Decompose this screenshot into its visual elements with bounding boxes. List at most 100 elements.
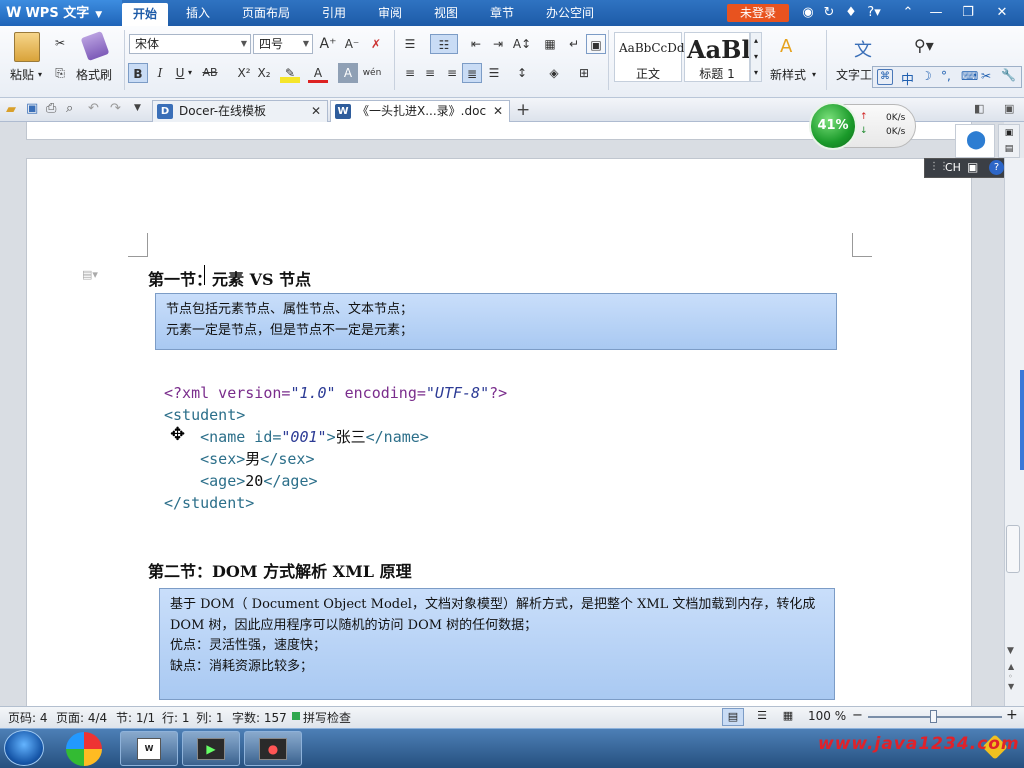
cut-icon[interactable]: ✂ xyxy=(50,33,70,53)
dropdown-arrow-icon[interactable]: ▾ xyxy=(38,70,42,79)
keyboard-icon[interactable]: ⌨ xyxy=(961,69,978,83)
tab-document[interactable]: W 《一头扎进X...录》.doc ✕ xyxy=(330,100,510,122)
shirt-icon[interactable]: ♦ xyxy=(843,4,859,22)
web-view-icon[interactable]: ▦ xyxy=(778,708,798,726)
close-icon[interactable]: ✕ xyxy=(994,4,1010,22)
align-right-icon[interactable]: ≡ xyxy=(442,63,462,83)
ime-logo-icon[interactable]: ⌘ xyxy=(877,69,893,85)
new-style-button[interactable]: 新样式 xyxy=(770,66,806,83)
minimize-icon[interactable]: — xyxy=(928,4,944,22)
bullet-list-icon[interactable]: ☰ xyxy=(400,34,420,54)
moon-icon[interactable]: ☽ xyxy=(921,69,932,83)
zoom-slider-thumb[interactable] xyxy=(930,710,937,723)
font-size-select[interactable]: 四号 ▼ xyxy=(253,34,313,54)
table-icon[interactable]: ▦ xyxy=(540,34,560,54)
tab-review[interactable]: 审阅 xyxy=(370,0,410,26)
copy-icon[interactable]: ⎘ xyxy=(50,63,70,83)
justify-icon[interactable]: ≣ xyxy=(462,63,482,83)
start-button[interactable] xyxy=(4,730,44,766)
grow-font-icon[interactable]: A⁺ xyxy=(318,34,338,54)
taskbar-app3-button[interactable]: ● xyxy=(244,731,302,766)
numbered-list-icon[interactable]: ☷ xyxy=(430,34,458,54)
zoom-in-icon[interactable]: + xyxy=(1006,707,1018,723)
tab-pin-icon[interactable]: ▣ xyxy=(1004,102,1014,115)
ime-chinese-toggle[interactable]: 中 xyxy=(901,69,914,88)
chevron-down-icon[interactable]: ▾ xyxy=(188,68,192,77)
undo-icon[interactable]: ↶ xyxy=(88,101,99,116)
tab-insert[interactable]: 插入 xyxy=(178,0,218,26)
underline-button[interactable]: U xyxy=(170,63,190,83)
wrench-icon[interactable]: 🔧 xyxy=(1001,68,1016,82)
style-scroll[interactable]: ▴ ▾ ▾ xyxy=(750,32,762,82)
chinese-layout-icon[interactable]: A↕ xyxy=(512,34,532,54)
align-left-icon[interactable]: ≡ xyxy=(400,63,420,83)
line-spacing-icon[interactable]: ↕ xyxy=(512,63,532,83)
print-icon[interactable]: ⎙ xyxy=(46,101,56,116)
increase-indent-icon[interactable]: ⇥ xyxy=(488,34,508,54)
side-tab-indicator[interactable] xyxy=(1020,370,1024,470)
distributed-icon[interactable]: ☰ xyxy=(484,63,504,83)
save-icon[interactable]: ▣ xyxy=(26,101,38,116)
close-tab-icon[interactable]: ✕ xyxy=(311,101,321,121)
font-color-button[interactable]: A xyxy=(308,63,328,83)
font-name-select[interactable]: 宋体 ▼ xyxy=(129,34,251,54)
show-marks-icon[interactable]: ↵ xyxy=(564,34,584,54)
collapse-ribbon-icon[interactable]: ⌃ xyxy=(900,4,916,22)
tab-references[interactable]: 引用 xyxy=(314,0,354,26)
taskbar-wps-button[interactable]: W xyxy=(120,731,178,766)
format-painter-button[interactable]: 格式刷 xyxy=(76,66,112,83)
style-heading1[interactable]: AaBl 标题 1 xyxy=(684,32,750,82)
shrink-font-icon[interactable]: A⁻ xyxy=(342,34,362,54)
paragraph-handle-icon[interactable]: ▤▾ xyxy=(82,268,98,281)
ime-mode[interactable]: CH xyxy=(945,161,961,174)
strikethrough-button[interactable]: AB xyxy=(198,63,222,83)
tab-chapter[interactable]: 章节 xyxy=(482,0,522,26)
chevron-down-icon[interactable]: ▾ xyxy=(812,70,816,79)
scissors-icon[interactable]: ✂ xyxy=(981,69,991,83)
text-tools-button[interactable]: 文字工 xyxy=(836,66,872,83)
phonetic-guide-icon[interactable]: wén xyxy=(362,63,382,83)
side-panel-tools[interactable]: ▣ ▤ xyxy=(998,124,1020,158)
memory-percent[interactable]: 41% xyxy=(809,102,857,150)
new-tab-icon[interactable]: + xyxy=(516,100,530,120)
app-menu-button[interactable]: W WPS 文字 ▼ xyxy=(0,0,122,26)
find-replace-icon[interactable]: ⚲▾ xyxy=(914,36,934,55)
paste-icon[interactable] xyxy=(14,32,40,62)
style-normal[interactable]: AaBbCcDd 正文 xyxy=(614,32,685,82)
quick-access-dropdown-icon[interactable]: ▼ xyxy=(134,103,141,113)
italic-button[interactable]: I xyxy=(150,63,170,83)
highlight-icon[interactable]: ✎ xyxy=(280,63,300,83)
scroll-down-icon[interactable]: ▼ xyxy=(1007,646,1014,656)
status-word-count[interactable]: 字数: 157 xyxy=(232,709,287,726)
subscript-button[interactable]: X₂ xyxy=(254,63,274,83)
skin-icon[interactable]: ◉ xyxy=(800,4,816,22)
spell-check-button[interactable]: 拼写检查 xyxy=(303,709,351,726)
open-folder-icon[interactable]: ▰ xyxy=(6,102,16,117)
tab-office-space[interactable]: 办公空间 xyxy=(538,0,602,26)
tab-view[interactable]: 视图 xyxy=(426,0,466,26)
ime-settings-icon[interactable]: ▣ xyxy=(967,160,978,174)
char-shading-icon[interactable]: A xyxy=(338,63,358,83)
zoom-out-icon[interactable]: − xyxy=(852,708,863,723)
bold-button[interactable]: B xyxy=(128,63,148,83)
punctuation-icon[interactable]: °, xyxy=(941,69,951,83)
page-view-icon[interactable]: ▤ xyxy=(722,708,744,726)
page-nav-icon[interactable]: ▲ ◦ ▼ xyxy=(1008,662,1014,692)
superscript-button[interactable]: X² xyxy=(234,63,254,83)
tab-docer[interactable]: D Docer-在线模板 ✕ xyxy=(152,100,328,122)
text-tools-icon[interactable]: 文 xyxy=(854,36,872,62)
border-select-icon[interactable]: ⊞ xyxy=(574,63,594,83)
tab-start[interactable]: 开始 xyxy=(122,3,168,26)
print-preview-icon[interactable]: ⌕ xyxy=(66,101,73,116)
shading-icon[interactable]: ◈ xyxy=(544,63,564,83)
borders-icon[interactable]: ▣ xyxy=(586,34,606,54)
paste-button[interactable]: 粘贴 xyxy=(10,66,34,83)
clear-format-icon[interactable]: ✗ xyxy=(366,34,386,54)
align-center-icon[interactable]: ≡ xyxy=(420,63,440,83)
login-button[interactable]: 未登录 xyxy=(727,4,789,22)
redo-icon[interactable]: ↷ xyxy=(110,101,121,116)
tab-list-icon[interactable]: ◧ xyxy=(974,102,984,115)
tab-page-layout[interactable]: 页面布局 xyxy=(234,0,298,26)
decrease-indent-icon[interactable]: ⇤ xyxy=(466,34,486,54)
taskbar-app2-button[interactable]: ▶ xyxy=(182,731,240,766)
